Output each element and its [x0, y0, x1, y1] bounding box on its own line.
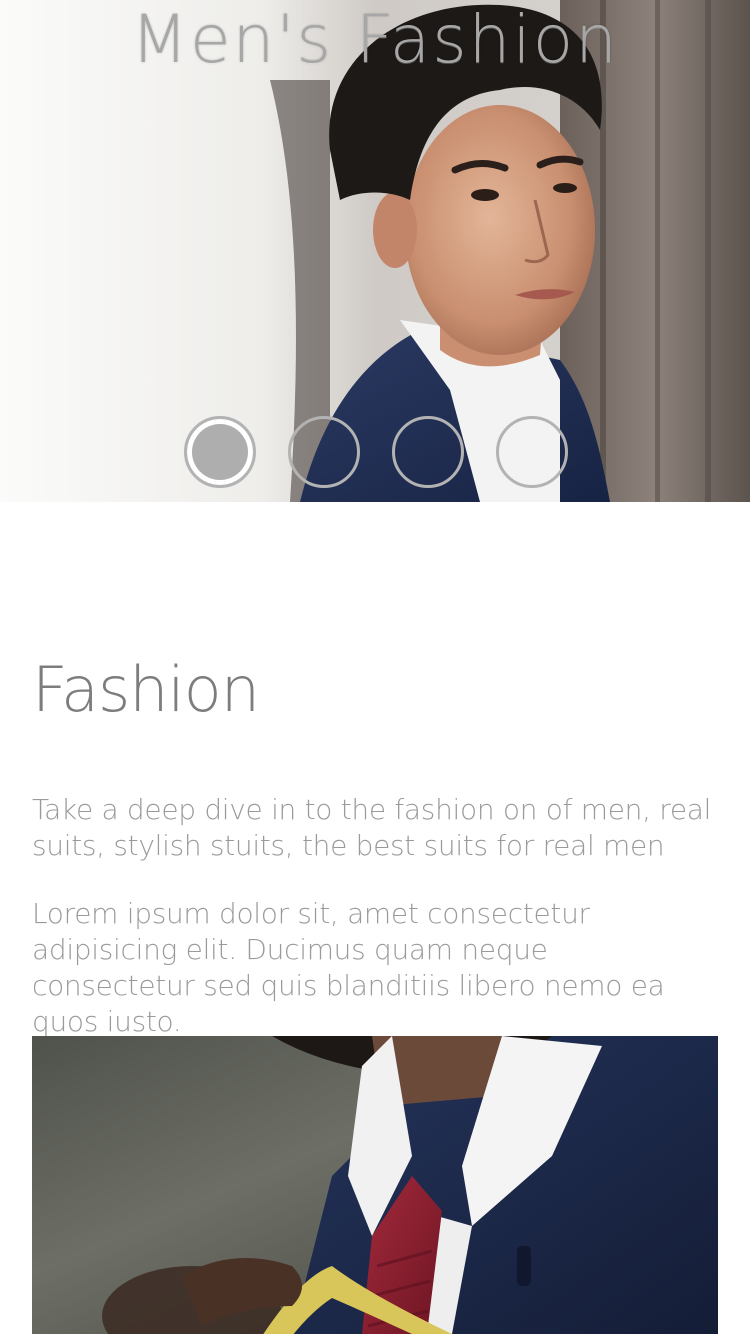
- hero-slider: Men's Fashion: [0, 0, 750, 502]
- suit-measuring-image: [32, 1036, 718, 1334]
- suit-photo: [32, 1036, 718, 1334]
- fashion-section: Fashion Take a deep dive in to the fashi…: [32, 640, 718, 1038]
- section-title: Fashion: [32, 653, 260, 726]
- slider-dot-4[interactable]: [496, 416, 568, 488]
- intro-paragraph: Take a deep dive in to the fashion on of…: [32, 793, 712, 862]
- slider-dot-1[interactable]: [184, 416, 256, 488]
- hero-title: Men's Fashion: [131, 1, 619, 78]
- slider-dot-2[interactable]: [288, 416, 360, 488]
- page: Men's Fashion Fashion Take a deep dive i…: [0, 0, 750, 1334]
- slider-dots: [184, 416, 568, 488]
- slider-dot-3[interactable]: [392, 416, 464, 488]
- lorem-paragraph: Lorem ipsum dolor sit, amet consectetur …: [32, 897, 665, 1038]
